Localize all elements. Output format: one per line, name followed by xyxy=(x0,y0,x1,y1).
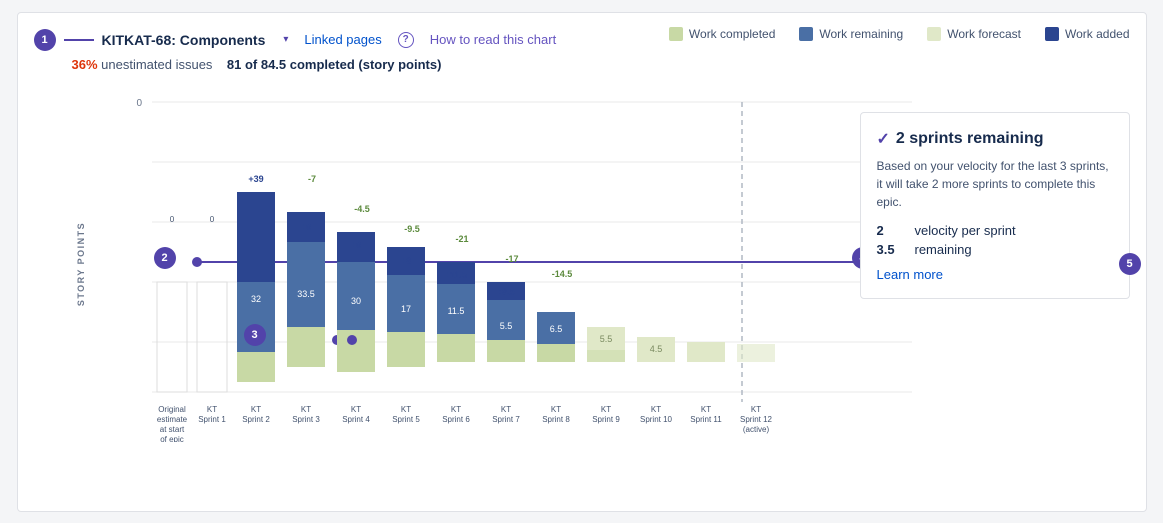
remaining-label: remaining xyxy=(915,242,972,257)
svg-text:6.5: 6.5 xyxy=(549,324,562,334)
remaining-value: 3.5 xyxy=(877,242,907,257)
unestimated-label: unestimated issues xyxy=(101,57,212,72)
svg-text:KT: KT xyxy=(450,405,460,414)
legend-box-completed xyxy=(669,27,683,41)
svg-text:KT: KT xyxy=(300,405,310,414)
callout-stat-remaining: 3.5 remaining xyxy=(877,242,1113,257)
svg-text:Sprint 3: Sprint 3 xyxy=(292,415,320,424)
legend-work-completed: Work completed xyxy=(669,27,775,41)
svg-text:-7: -7 xyxy=(307,174,315,184)
svg-text:0: 0 xyxy=(169,215,174,224)
svg-text:Sprint 10: Sprint 10 xyxy=(639,415,672,424)
connector-line xyxy=(64,38,94,42)
svg-text:KT: KT xyxy=(206,405,216,414)
svg-text:of epic: of epic xyxy=(160,435,184,442)
svg-text:KT: KT xyxy=(700,405,710,414)
callout-box: ✓ 2 sprints remaining Based on your velo… xyxy=(860,112,1130,299)
svg-text:(active): (active) xyxy=(742,425,769,434)
svg-text:0: 0 xyxy=(209,215,214,224)
svg-text:estimate: estimate xyxy=(156,415,187,424)
svg-text:Original: Original xyxy=(158,405,186,414)
svg-text:5.5: 5.5 xyxy=(599,334,612,344)
legend-label-completed: Work completed xyxy=(689,27,775,41)
chart-container: STORY POINTS 0 xyxy=(72,82,1130,447)
svg-text:KT: KT xyxy=(650,405,660,414)
svg-text:Sprint 6: Sprint 6 xyxy=(442,415,470,424)
svg-text:5.5: 5.5 xyxy=(499,321,512,331)
svg-text:0: 0 xyxy=(136,98,142,109)
svg-text:+11.5: +11.5 xyxy=(444,270,466,280)
svg-text:-21: -21 xyxy=(455,234,468,244)
dropdown-arrow[interactable]: ▾ xyxy=(283,34,288,45)
how-to-link[interactable]: How to read this chart xyxy=(430,32,556,47)
svg-text:+6: +6 xyxy=(300,222,310,232)
svg-text:30: 30 xyxy=(350,296,360,306)
svg-text:Sprint 2: Sprint 2 xyxy=(242,415,270,424)
velocity-label: velocity per sprint xyxy=(915,223,1016,238)
svg-text:+6: +6 xyxy=(350,240,360,250)
svg-text:KT: KT xyxy=(600,405,610,414)
svg-text:-14.5: -14.5 xyxy=(551,269,572,279)
svg-text:-4.5: -4.5 xyxy=(354,204,370,214)
chart-svg-wrapper: 0 0 Original estimate at start of epic xyxy=(92,82,912,447)
svg-text:+8.5: +8.5 xyxy=(497,287,515,297)
svg-text:+39: +39 xyxy=(248,174,263,184)
svg-text:KT: KT xyxy=(250,405,260,414)
callout-panel: ✓ 2 sprints remaining Based on your velo… xyxy=(912,82,1130,447)
legend-work-forecast: Work forecast xyxy=(927,27,1021,41)
step-2-circle: 2 xyxy=(154,247,176,269)
chart-svg: 0 0 Original estimate at start of epic xyxy=(92,82,912,442)
legend-box-remaining xyxy=(799,27,813,41)
y-axis-label: STORY POINTS xyxy=(77,222,87,306)
legend: Work completed Work remaining Work forec… xyxy=(669,27,1130,41)
step-5-circle: 5 xyxy=(1119,253,1141,275)
y-axis-container: STORY POINTS xyxy=(72,82,92,447)
svg-text:Sprint 11: Sprint 11 xyxy=(690,415,722,424)
svg-text:4.5: 4.5 xyxy=(649,344,662,354)
svg-text:Sprint 1: Sprint 1 xyxy=(198,415,226,424)
callout-title: ✓ 2 sprints remaining xyxy=(877,129,1113,149)
legend-work-remaining: Work remaining xyxy=(799,27,903,41)
step-3-circle: 3 xyxy=(244,324,266,346)
callout-title-text: 2 sprints remaining xyxy=(896,130,1044,148)
svg-text:33.5: 33.5 xyxy=(297,289,315,299)
legend-work-added: Work added xyxy=(1045,27,1129,41)
svg-text:-17: -17 xyxy=(505,254,518,264)
unestimated-pct: 36% xyxy=(72,57,98,72)
svg-text:+8: +8 xyxy=(400,256,410,266)
svg-text:at start: at start xyxy=(159,425,184,434)
svg-text:Sprint 4: Sprint 4 xyxy=(342,415,370,424)
svg-text:Sprint 9: Sprint 9 xyxy=(592,415,620,424)
velocity-value: 2 xyxy=(877,223,907,238)
step-1-circle: 1 xyxy=(34,29,56,51)
legend-box-forecast xyxy=(927,27,941,41)
svg-text:32: 32 xyxy=(250,294,260,304)
completed-label: 81 of 84.5 completed (story points) xyxy=(227,57,442,72)
svg-text:Sprint 5: Sprint 5 xyxy=(392,415,420,424)
svg-text:KT: KT xyxy=(500,405,510,414)
main-card: 1 KITKAT-68: Components ▾ Linked pages ?… xyxy=(17,12,1147,512)
legend-label-forecast: Work forecast xyxy=(947,27,1021,41)
svg-text:Sprint 7: Sprint 7 xyxy=(492,415,520,424)
svg-text:KT: KT xyxy=(750,405,760,414)
legend-label-added: Work added xyxy=(1065,27,1129,41)
callout-desc: Based on your velocity for the last 3 sp… xyxy=(877,157,1113,211)
legend-label-remaining: Work remaining xyxy=(819,27,903,41)
learn-more-link[interactable]: Learn more xyxy=(877,267,1113,282)
info-icon[interactable]: ? xyxy=(398,32,414,48)
svg-text:Sprint 8: Sprint 8 xyxy=(542,415,570,424)
svg-text:-9.5: -9.5 xyxy=(404,224,420,234)
legend-box-added xyxy=(1045,27,1059,41)
svg-text:KT: KT xyxy=(350,405,360,414)
linked-pages-link[interactable]: Linked pages xyxy=(304,32,381,47)
svg-text:KT: KT xyxy=(400,405,410,414)
svg-text:Sprint 12: Sprint 12 xyxy=(739,415,772,424)
svg-text:KT: KT xyxy=(550,405,560,414)
check-icon: ✓ xyxy=(877,129,890,149)
subtitle-row: 36% unestimated issues 81 of 84.5 comple… xyxy=(34,57,1130,72)
epic-title-link[interactable]: KITKAT-68: Components xyxy=(102,32,266,48)
callout-stat-velocity: 2 velocity per sprint xyxy=(877,223,1113,238)
svg-text:11.5: 11.5 xyxy=(447,306,464,316)
svg-text:17: 17 xyxy=(400,304,410,314)
